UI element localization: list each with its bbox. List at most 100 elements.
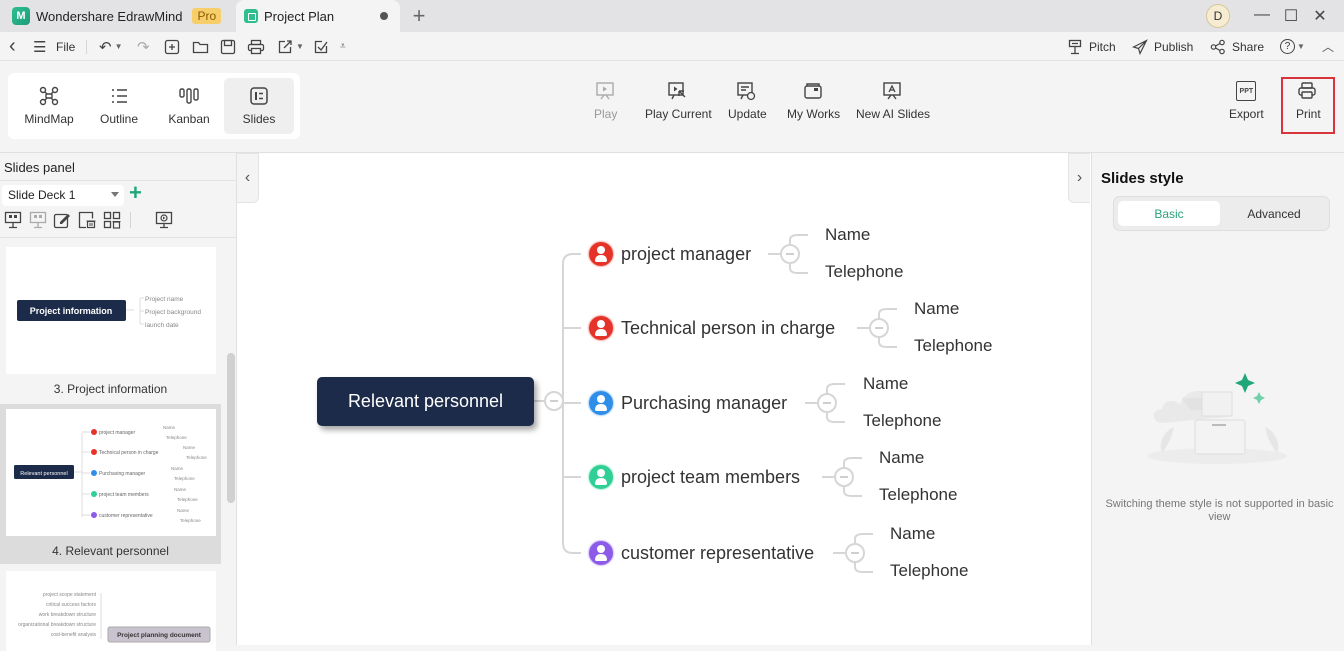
dropdown-caret-icon: ▼ — [1297, 42, 1305, 51]
collapse-ribbon-button[interactable]: ︿ — [1322, 32, 1334, 61]
unsaved-indicator-icon[interactable] — [380, 12, 388, 20]
present-slide-icon[interactable] — [155, 211, 173, 229]
publish-button[interactable]: Publish — [1132, 32, 1193, 61]
leaf-topic-telephone[interactable]: Telephone — [890, 561, 968, 581]
my-works-button[interactable]: My Works — [787, 81, 840, 121]
new-button[interactable] — [164, 32, 180, 61]
maximize-button[interactable]: ☐ — [1281, 6, 1301, 26]
paper-plane-icon — [1132, 38, 1148, 55]
update-button[interactable]: Update — [728, 81, 767, 121]
pitch-button[interactable]: Pitch — [1067, 32, 1116, 61]
slide-canvas: ‹ › Relevant personnel project manager Na… — [237, 153, 1091, 645]
share-button[interactable]: Share — [1210, 32, 1264, 61]
view-outline-button[interactable]: Outline — [84, 78, 154, 134]
undo-button[interactable]: ↶ ▼ — [99, 32, 123, 61]
leaf-topic-name[interactable]: Name — [863, 374, 908, 394]
pro-badge[interactable]: Pro — [192, 8, 222, 24]
print-button[interactable]: Print — [1296, 81, 1321, 121]
slide-thumbnail-item[interactable]: Project information Project name Project… — [0, 241, 221, 401]
print-label: Print — [1296, 107, 1321, 121]
play-button[interactable]: Play — [594, 81, 617, 121]
branch-topic-text: Purchasing manager — [621, 392, 788, 413]
branch-topic-text: project manager — [621, 243, 752, 264]
svg-text:project scope statement: project scope statement — [43, 592, 97, 598]
root-topic[interactable]: Relevant personnel — [317, 377, 534, 426]
new-tab-button[interactable]: + — [408, 3, 430, 29]
edit-slide-icon[interactable] — [53, 211, 71, 229]
leaf-topic-name[interactable]: Name — [890, 524, 935, 544]
slides-panel-scrollbar[interactable] — [227, 353, 235, 503]
close-window-button[interactable]: ✕ — [1310, 6, 1330, 26]
leaf-topic-name[interactable]: Name — [825, 225, 870, 245]
slides-icon — [250, 87, 268, 105]
slide-thumbnail[interactable]: Relevant personnel project manager Name Te… — [6, 409, 216, 536]
task-button[interactable] — [313, 32, 329, 61]
presentation-play-icon — [595, 82, 614, 100]
view-slides-button[interactable]: Slides — [224, 78, 294, 134]
thumb-person-icon — [91, 429, 97, 435]
play-current-button[interactable]: Play Current — [645, 81, 712, 121]
divider — [130, 212, 131, 228]
file-menu[interactable]: File — [56, 32, 75, 61]
slides-panel: Slides panel Slide Deck 1 + Project info… — [0, 153, 237, 651]
my-works-label: My Works — [787, 107, 841, 121]
view-mindmap-button[interactable]: MindMap — [14, 78, 84, 134]
minimize-button[interactable]: — — [1252, 6, 1272, 24]
app-home-tab[interactable]: M Wondershare EdrawMind Pro — [0, 0, 222, 32]
document-tab[interactable]: Project Plan — [236, 0, 400, 32]
add-slide-deck-button[interactable]: + — [129, 182, 142, 204]
printer-icon — [247, 39, 265, 54]
quick-toolbar: ‹ ☰ File ↶ ▼ ↷ ▼ ⩡ Pitch Publish Share ? … — [0, 32, 1344, 61]
leaf-topic-name[interactable]: Name — [879, 448, 924, 468]
slide-deck-select[interactable]: Slide Deck 1 — [2, 185, 124, 206]
back-button[interactable]: ‹ — [9, 32, 16, 61]
export-toolbar-button[interactable]: ▼ — [277, 32, 304, 61]
leaf-topic-telephone[interactable]: Telephone — [914, 336, 992, 356]
branch-topic[interactable]: project manager — [589, 240, 751, 268]
new-ai-slides-label: New AI Slides — [856, 107, 931, 121]
main-menu-button[interactable]: ☰ — [33, 32, 46, 61]
kanban-icon — [179, 88, 199, 104]
branch-topic[interactable]: project team members — [589, 463, 800, 491]
svg-text:launch date: launch date — [145, 322, 179, 329]
svg-text:work breakdown structure: work breakdown structure — [39, 612, 96, 618]
add-slide-icon[interactable] — [4, 211, 22, 229]
help-icon: ? — [1280, 39, 1295, 54]
export-button[interactable]: PPT Export — [1229, 81, 1264, 121]
view-kanban-button[interactable]: Kanban — [154, 78, 224, 134]
leaf-topic-telephone[interactable]: Telephone — [825, 262, 903, 282]
slide-thumbnail[interactable]: Project planning document project scope … — [6, 571, 216, 651]
mindmap-file-icon — [244, 9, 258, 23]
redo-icon: ↷ — [137, 38, 150, 56]
view-kanban-label: Kanban — [168, 112, 210, 126]
slide-preview: Project information Project name Project… — [17, 296, 201, 329]
more-tools-button[interactable]: ⩡ — [340, 32, 346, 61]
slide-thumbnail-item[interactable]: Project planning document project scope … — [0, 567, 221, 651]
help-button[interactable]: ? ▼ — [1280, 32, 1305, 61]
leaf-topic-telephone[interactable]: Telephone — [879, 485, 957, 505]
branch-topic[interactable]: Technical person in charge — [589, 314, 835, 342]
save-button[interactable] — [220, 32, 236, 61]
add-slide-disabled-icon[interactable] — [29, 211, 47, 229]
user-avatar[interactable]: D — [1206, 4, 1230, 28]
thumb-leaf-text: Telephone — [166, 435, 187, 440]
slide-preview: Project planning document project scope … — [18, 592, 211, 643]
slide-thumbnail[interactable]: Project information Project name Project… — [6, 247, 216, 374]
branch-topic[interactable]: customer representative — [589, 539, 814, 567]
tab-basic[interactable]: Basic — [1118, 201, 1220, 226]
thumb-leaf-text: Telephone — [177, 497, 198, 502]
branch-topic[interactable]: Purchasing manager — [589, 389, 787, 417]
leaf-topic-telephone[interactable]: Telephone — [863, 411, 941, 431]
delete-all-slides-icon[interactable] — [103, 211, 121, 229]
delete-slide-icon[interactable] — [78, 211, 96, 229]
share-label: Share — [1232, 39, 1265, 54]
open-button[interactable] — [192, 32, 209, 61]
ai-slides-icon — [883, 82, 901, 100]
person-icon — [589, 391, 613, 415]
leaf-topic-name[interactable]: Name — [914, 299, 959, 319]
tab-advanced[interactable]: Advanced — [1222, 201, 1326, 226]
new-ai-slides-button[interactable]: New AI Slides — [856, 81, 930, 121]
slide-thumbnail-item-selected[interactable]: Relevant personnel project manager Name Te… — [0, 404, 221, 564]
print-toolbar-button[interactable] — [247, 32, 265, 61]
redo-button[interactable]: ↷ — [137, 32, 150, 61]
